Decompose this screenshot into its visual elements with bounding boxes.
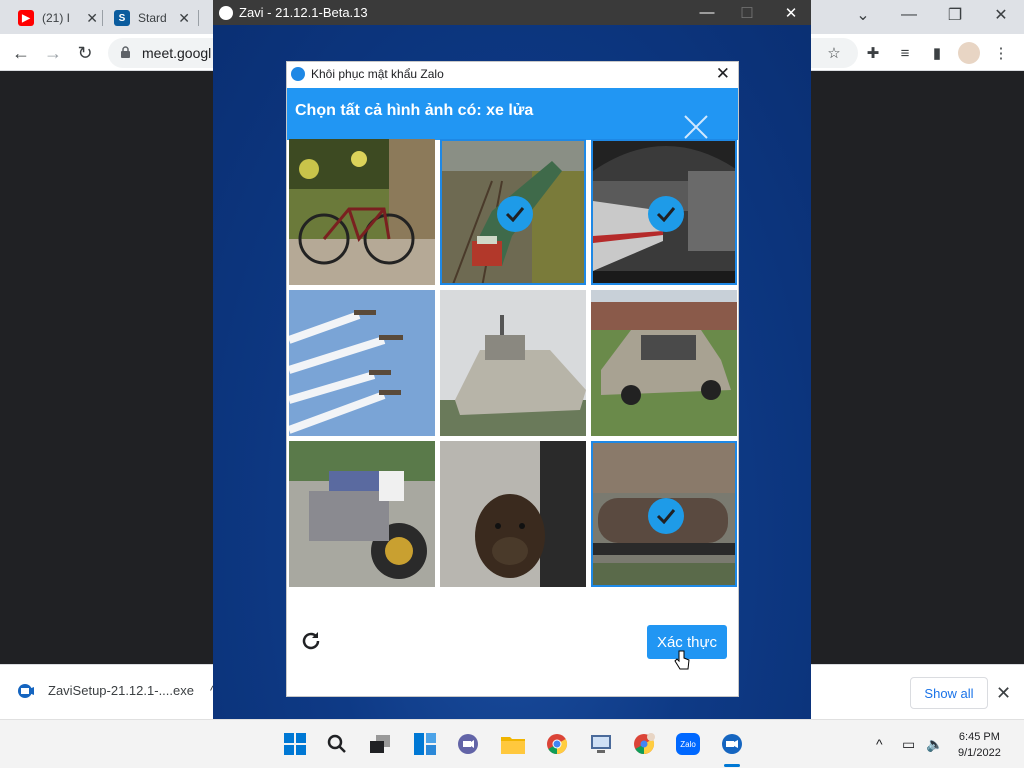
captcha-instruction: Chọn tất cả hình ảnh có: xe lửa <box>287 88 738 140</box>
check-icon <box>648 196 684 232</box>
hand-cursor-icon <box>674 650 690 670</box>
captcha-tile-train[interactable] <box>440 139 586 285</box>
profile-avatar[interactable] <box>958 42 980 64</box>
reload-page-icon[interactable]: ↻ <box>74 42 96 64</box>
network-monitor-icon[interactable] <box>587 730 615 758</box>
instruction-text: Chọn tất cả hình ảnh có: xe lửa <box>295 102 534 119</box>
tab-stardock[interactable]: S Stard ✕ <box>114 6 190 30</box>
file-explorer-icon[interactable] <box>499 730 527 758</box>
task-view-icon[interactable] <box>366 730 394 758</box>
restore-icon[interactable]: ❐ <box>932 0 978 30</box>
menu-icon[interactable]: ⋮ <box>990 42 1012 64</box>
chrome-icon[interactable] <box>543 730 571 758</box>
start-icon[interactable] <box>281 730 309 758</box>
captcha-tile-ship[interactable] <box>440 290 586 436</box>
volume-icon[interactable]: 🔈 <box>926 736 943 753</box>
teams-chat-icon[interactable] <box>454 730 482 758</box>
chrome-profile-icon[interactable] <box>630 730 658 758</box>
minimize-icon[interactable]: — <box>886 0 932 30</box>
zavi-icon[interactable] <box>718 730 746 758</box>
bookmark-star-icon[interactable]: ☆ <box>823 42 845 64</box>
captcha-tile-tank-wagon[interactable] <box>591 441 737 587</box>
clock-time: 6:45 PM <box>958 731 1000 743</box>
captcha-tile-motorcycle[interactable] <box>289 441 435 587</box>
zavi-title: Zavi - 21.12.1-Beta.13 <box>239 5 368 20</box>
zavi-logo-icon <box>219 5 233 20</box>
tab-search-icon[interactable]: ⌄ <box>840 0 886 30</box>
taskbar: Zalo ^ ▭ 🔈 6:45 PM 9/1/2022 <box>0 719 1024 768</box>
lock-icon <box>121 46 130 58</box>
tab-divider <box>102 10 103 26</box>
tab-label: (21) I <box>42 11 71 25</box>
back-icon[interactable]: ← <box>10 42 32 64</box>
close-icon[interactable]: ✕ <box>716 64 730 84</box>
network-icon[interactable]: ▭ <box>902 736 915 753</box>
media-queue-icon[interactable]: ≡ <box>894 42 916 64</box>
car-image <box>591 290 737 436</box>
motorcycle-image <box>289 441 435 587</box>
widgets-icon[interactable] <box>411 730 439 758</box>
search-icon[interactable] <box>323 730 351 758</box>
extensions-icon[interactable]: ✚ <box>862 42 884 64</box>
close-window-icon[interactable]: ✕ <box>978 0 1024 30</box>
show-all-button[interactable]: Show all <box>910 677 988 709</box>
close-window-icon[interactable]: ✕ <box>771 0 811 25</box>
captcha-grid <box>289 139 739 587</box>
clock[interactable]: 6:45 PM 9/1/2022 <box>958 729 1001 761</box>
youtube-icon: ▶ <box>18 10 34 26</box>
clock-date: 9/1/2022 <box>958 747 1001 759</box>
tab-divider <box>198 10 199 26</box>
zalo-icon <box>291 67 305 81</box>
svg-text:Zalo: Zalo <box>680 740 696 749</box>
captcha-tile-train-station[interactable] <box>591 139 737 285</box>
tab-label: Stard <box>138 11 167 25</box>
close-icon[interactable]: ✕ <box>178 10 190 27</box>
stardock-icon: S <box>114 10 130 26</box>
chevron-up-icon[interactable]: ^ <box>876 736 883 752</box>
zalo-icon[interactable]: Zalo <box>674 730 702 758</box>
forward-icon[interactable]: → <box>42 42 64 64</box>
dog-image <box>440 441 586 587</box>
dialog-title-bar: Khôi phục mật khẩu Zalo <box>287 62 738 86</box>
dialog-title: Khôi phục mật khẩu Zalo <box>311 67 444 81</box>
close-icon[interactable]: ✕ <box>996 683 1011 704</box>
close-icon[interactable]: ✕ <box>86 10 98 27</box>
active-indicator <box>724 764 740 767</box>
captcha-tile-bicycle[interactable] <box>289 139 435 285</box>
captcha-tile-dog[interactable] <box>440 441 586 587</box>
captcha-dialog: Khôi phục mật khẩu Zalo ✕ Chọn tất cả hì… <box>286 61 739 697</box>
ship-image <box>440 290 586 436</box>
url-text: meet.googl <box>142 45 212 61</box>
download-filename: ZaviSetup-21.12.1-....exe <box>48 683 194 698</box>
captcha-tile-car[interactable] <box>591 290 737 436</box>
close-icon[interactable] <box>681 112 711 142</box>
check-icon <box>497 196 533 232</box>
side-panel-icon[interactable]: ▮ <box>926 42 948 64</box>
download-item[interactable]: ZaviSetup-21.12.1-....exe ^ <box>18 683 216 698</box>
airplanes-image <box>289 290 435 436</box>
maximize-icon[interactable]: ☐ <box>727 0 767 25</box>
captcha-tile-airplanes[interactable] <box>289 290 435 436</box>
zavi-file-icon <box>18 683 34 698</box>
reload-captcha-icon[interactable] <box>299 629 323 653</box>
bicycle-image <box>289 139 435 285</box>
minimize-icon[interactable]: — <box>687 0 727 25</box>
check-icon <box>648 498 684 534</box>
tab-youtube[interactable]: ▶ (21) I ✕ <box>18 6 98 30</box>
